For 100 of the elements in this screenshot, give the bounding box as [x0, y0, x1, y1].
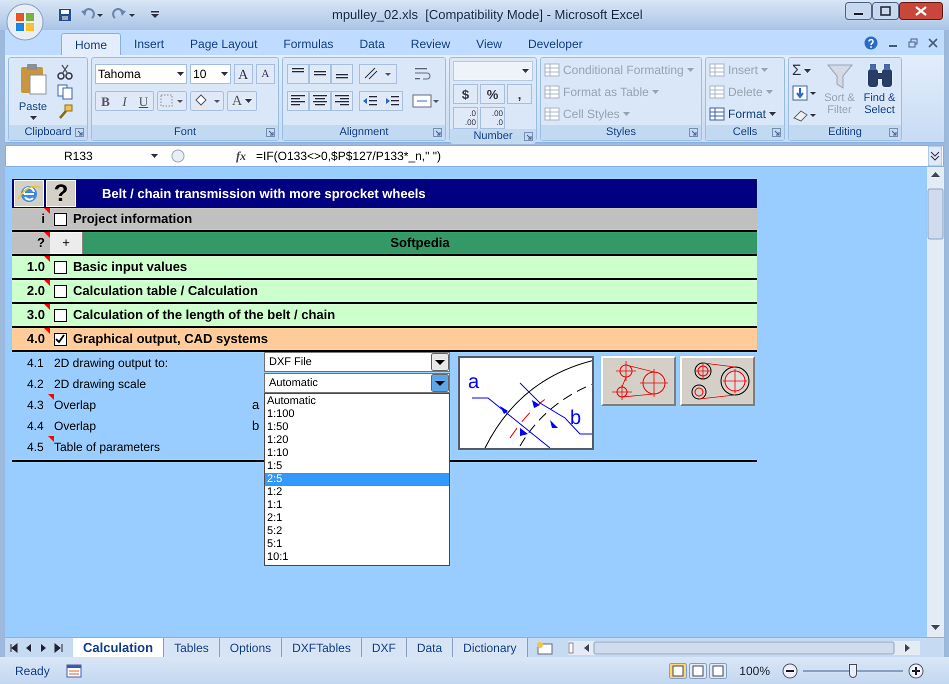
copy-icon[interactable]	[57, 84, 73, 100]
dialog-launcher-icon[interactable]	[266, 128, 275, 137]
checkbox[interactable]	[54, 308, 66, 322]
increase-decimal-button[interactable]: .0 .00	[453, 107, 478, 129]
minimize-button[interactable]	[845, 2, 872, 20]
page-break-view-button[interactable]	[709, 662, 728, 678]
middle-align-icon[interactable]	[309, 64, 331, 84]
vertical-scrollbar[interactable]	[927, 167, 944, 637]
item-number: 4.4	[27, 418, 44, 434]
macro-record-icon[interactable]	[66, 664, 82, 678]
chain-drive-button[interactable]	[680, 356, 755, 406]
normal-view-button[interactable]	[669, 662, 688, 678]
dropdown-option[interactable]: 5:2	[265, 525, 449, 538]
dialog-launcher-icon[interactable]	[689, 128, 698, 137]
ribbon-tab[interactable]: Page Layout	[177, 33, 270, 55]
sprocket-layout-button[interactable]	[601, 356, 676, 406]
dropdown-option[interactable]: 1:2	[265, 486, 449, 499]
close-button[interactable]	[899, 2, 943, 20]
customize-caret-icon[interactable]	[150, 10, 160, 20]
align-center-icon[interactable]	[309, 91, 331, 111]
dropdown[interactable]: Automatic	[264, 373, 450, 393]
dropdown-option[interactable]: 2:1	[265, 512, 449, 525]
fill-down-icon[interactable]	[792, 84, 818, 102]
close-icon[interactable]	[928, 38, 938, 48]
sheet-tab[interactable]: Tables	[164, 638, 220, 657]
sheet-tab[interactable]: Dictionary	[453, 638, 528, 657]
ribbon-menu-button[interactable]: Format	[709, 104, 781, 124]
horizontal-scrollbar[interactable]	[568, 640, 920, 656]
maximize-button[interactable]	[872, 2, 899, 20]
expand-button[interactable]: +	[50, 232, 83, 254]
dropdown-option[interactable]: Automatic	[265, 395, 449, 408]
dropdown-option[interactable]: 5:1	[265, 538, 449, 551]
font-color-button[interactable]: A	[227, 91, 257, 111]
ribbon-tab[interactable]: Formulas	[270, 33, 346, 55]
dropdown-option[interactable]: 1:10	[265, 447, 449, 460]
orientation-icon[interactable]	[359, 64, 397, 84]
dimension-letter: b	[252, 416, 260, 435]
align-left-icon[interactable]	[287, 91, 309, 111]
sheet-tab[interactable]: DXFTables	[282, 638, 362, 657]
save-icon[interactable]	[58, 8, 72, 22]
dialog-launcher-icon[interactable]	[889, 128, 898, 137]
dropdown-option[interactable]: 1:5	[265, 460, 449, 473]
dropdown-option[interactable]: 1:1	[265, 499, 449, 512]
dropdown[interactable]: DXF File	[264, 352, 450, 372]
help-button[interactable]: ?	[46, 180, 76, 207]
section-title: Calculation of the length of the belt / chain	[73, 306, 336, 324]
checkbox[interactable]	[54, 332, 66, 346]
page-layout-view-button[interactable]	[689, 662, 708, 678]
dialog-launcher-icon[interactable]	[75, 128, 84, 137]
ribbon-tab[interactable]: Insert	[121, 33, 178, 55]
align-right-icon[interactable]	[331, 91, 353, 111]
sheet-tab[interactable]: Calculation	[73, 638, 164, 657]
paste-button[interactable]: Paste	[12, 61, 54, 123]
ribbon-tab[interactable]: Home	[61, 33, 122, 55]
dropdown-option[interactable]: 1:20	[265, 434, 449, 447]
font-name-field[interactable]: Tahoma	[95, 64, 188, 84]
percent-button[interactable]: %	[480, 84, 505, 104]
bold-button[interactable]: B	[96, 92, 115, 110]
zoom-out-icon[interactable]	[782, 662, 798, 678]
help-icon[interactable]	[864, 36, 878, 50]
restore-icon[interactable]	[908, 38, 918, 48]
fill-bucket-icon[interactable]	[190, 91, 224, 111]
dialog-launcher-icon[interactable]	[433, 128, 442, 137]
browser-link-icon[interactable]	[14, 180, 44, 207]
checkbox[interactable]	[54, 284, 66, 298]
dropdown-option[interactable]: 10:1	[265, 551, 449, 564]
ribbon-tab[interactable]: View	[463, 33, 515, 55]
comma-style-button[interactable]: ,	[507, 84, 532, 104]
paintbrush-icon[interactable]	[57, 104, 73, 120]
top-align-icon[interactable]	[287, 64, 309, 84]
cut-icon[interactable]	[57, 64, 73, 80]
zoom-slider-thumb[interactable]	[849, 664, 857, 678]
caret-icon	[177, 72, 184, 76]
ribbon-tab[interactable]: Data	[346, 33, 398, 55]
underline-button[interactable]: U	[134, 92, 153, 110]
indent-icon[interactable]	[359, 91, 403, 111]
shrink-font-button[interactable]: A	[256, 64, 275, 84]
font-size-field[interactable]: 10	[190, 64, 231, 84]
sheet-tab[interactable]: DXF	[362, 638, 407, 657]
dropdown-option[interactable]: 1:50	[265, 421, 449, 434]
autosum-button[interactable]: Σ	[792, 62, 818, 80]
sheet-tab[interactable]: Options	[220, 638, 282, 657]
decrease-decimal-button[interactable]: .00 .0	[480, 107, 505, 129]
zoom-slider[interactable]	[803, 664, 903, 678]
ribbon-tab[interactable]: Review	[398, 33, 464, 55]
italic-button[interactable]: I	[115, 92, 134, 110]
checkbox[interactable]	[54, 260, 66, 274]
zoom-in-icon[interactable]	[908, 662, 924, 678]
checkbox[interactable]	[54, 212, 66, 226]
ribbon-tab[interactable]: Developer	[514, 33, 596, 55]
dropdown-option[interactable]: 1:100	[265, 408, 449, 421]
number-format-field[interactable]	[453, 61, 533, 81]
section-number: 4.0	[26, 330, 45, 348]
grow-font-button[interactable]: A	[234, 64, 253, 84]
find-select-button[interactable]: Find & Select	[861, 61, 898, 125]
dialog-launcher-icon[interactable]	[524, 132, 533, 141]
currency-button[interactable]: $	[453, 84, 478, 104]
dialog-launcher-icon[interactable]	[772, 128, 781, 137]
bottom-align-icon[interactable]	[331, 64, 353, 84]
sheet-tab[interactable]: Data	[406, 638, 454, 657]
